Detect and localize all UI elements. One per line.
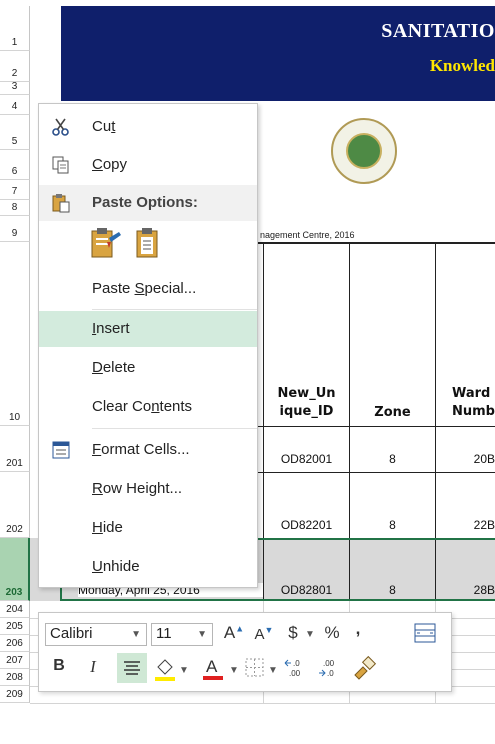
svg-text:.00: .00 bbox=[289, 669, 301, 678]
chevron-down-icon[interactable]: ▼ bbox=[179, 665, 189, 676]
row-header-207[interactable]: 207 bbox=[0, 652, 30, 669]
row-header-3[interactable]: 3 bbox=[0, 81, 30, 95]
paste-icon bbox=[51, 193, 71, 213]
cell-zone[interactable]: 8 bbox=[350, 452, 435, 466]
format-painter-icon[interactable] bbox=[351, 655, 377, 681]
row-header-8[interactable]: 8 bbox=[0, 200, 30, 216]
cell-unique-id[interactable]: OD82201 bbox=[264, 518, 349, 532]
font-name-box[interactable]: Calibri ▼ bbox=[45, 623, 147, 646]
svg-text:.0: .0 bbox=[327, 669, 334, 678]
paste-values-icon[interactable] bbox=[131, 226, 165, 260]
row-header-202[interactable]: 202 bbox=[0, 472, 30, 538]
format-cells-icon bbox=[51, 440, 71, 460]
chevron-down-icon[interactable]: ▼ bbox=[268, 665, 278, 676]
row-header-205[interactable]: 205 bbox=[0, 618, 30, 635]
menu-item-delete[interactable]: Delete bbox=[39, 350, 257, 386]
context-menu: Cut Copy Paste Options: Paste Special...… bbox=[38, 103, 258, 588]
menu-item-copy[interactable]: Copy bbox=[39, 147, 257, 183]
row-header-206[interactable]: 206 bbox=[0, 635, 30, 652]
menu-separator bbox=[92, 428, 257, 429]
menu-item-paste-special[interactable]: Paste Special... bbox=[39, 271, 257, 307]
row-header-208[interactable]: 208 bbox=[0, 669, 30, 686]
percent-icon[interactable]: % bbox=[321, 623, 343, 643]
increase-font-size-icon[interactable]: A▲ bbox=[222, 623, 246, 643]
cell-ward[interactable]: 28B bbox=[436, 583, 495, 597]
cell-zone[interactable]: 8 bbox=[350, 583, 435, 597]
svg-text:A: A bbox=[206, 657, 218, 676]
row-header-203[interactable]: 203 bbox=[0, 538, 30, 601]
menu-separator bbox=[92, 309, 257, 310]
copy-icon bbox=[51, 155, 71, 175]
font-size-box[interactable]: 11 ▼ bbox=[151, 623, 213, 646]
decrease-font-size-icon[interactable]: A▼ bbox=[252, 625, 276, 643]
mini-toolbar: Calibri ▼ 11 ▼ A▲ A▼ $ ▼ % , B I ▼ A ▼ ▼… bbox=[38, 612, 452, 692]
chevron-down-icon[interactable]: ▼ bbox=[305, 629, 315, 640]
municipal-logo bbox=[331, 118, 397, 184]
merge-center-icon[interactable] bbox=[413, 623, 437, 648]
paste-format-icon[interactable] bbox=[89, 226, 123, 260]
italic-button[interactable]: I bbox=[83, 657, 103, 677]
align-center-button[interactable] bbox=[117, 653, 147, 683]
menu-item-cut[interactable]: Cut bbox=[39, 109, 257, 145]
source-note: nagement Centre, 2016 bbox=[260, 230, 355, 240]
row-header-10[interactable]: 10 bbox=[0, 242, 30, 426]
increase-decimal-icon[interactable]: .0.00 bbox=[283, 657, 309, 679]
sheet-subtitle: Knowled bbox=[429, 56, 495, 75]
currency-icon[interactable]: $ bbox=[284, 623, 302, 643]
cell-unique-id[interactable]: OD82801 bbox=[264, 583, 349, 597]
menu-item-hide[interactable]: Hide bbox=[39, 510, 257, 546]
row-header-1[interactable]: 1 bbox=[0, 6, 30, 51]
paste-options-heading: Paste Options: bbox=[39, 185, 257, 221]
sheet-title: SANITATIO bbox=[381, 20, 495, 42]
row-header-4[interactable]: 4 bbox=[0, 95, 30, 115]
bold-button[interactable]: B bbox=[49, 657, 69, 675]
cell-zone[interactable]: 8 bbox=[350, 518, 435, 532]
chevron-down-icon: ▼ bbox=[197, 629, 207, 640]
gridline bbox=[30, 703, 495, 704]
svg-text:.0: .0 bbox=[293, 659, 300, 668]
menu-item-row-height[interactable]: Row Height... bbox=[39, 471, 257, 507]
decrease-decimal-icon[interactable]: .00.0 bbox=[317, 657, 343, 679]
row-header-201[interactable]: 201 bbox=[0, 426, 30, 472]
cell-unique-id[interactable]: OD82001 bbox=[264, 452, 349, 466]
title-banner: SANITATIO Knowled bbox=[61, 6, 495, 101]
borders-icon[interactable] bbox=[244, 657, 266, 679]
font-color-icon[interactable]: A bbox=[201, 653, 225, 683]
fill-color-icon[interactable] bbox=[153, 655, 177, 683]
col-header-ward[interactable]: Ward Numb bbox=[436, 385, 495, 421]
row-header-2[interactable]: 2 bbox=[0, 51, 30, 82]
row-header-6[interactable]: 6 bbox=[0, 150, 30, 180]
row-header-204[interactable]: 204 bbox=[0, 601, 30, 618]
col-header-zone[interactable]: Zone bbox=[350, 405, 435, 420]
svg-text:.00: .00 bbox=[323, 659, 335, 668]
menu-item-format-cells[interactable]: Format Cells... bbox=[39, 432, 257, 468]
comma-style-icon[interactable]: , bbox=[349, 619, 367, 639]
menu-item-insert[interactable]: Insert bbox=[39, 311, 257, 347]
row-header-5[interactable]: 5 bbox=[0, 115, 30, 150]
col-header-unique-id[interactable]: New_Un ique_ID bbox=[264, 385, 349, 421]
cell-ward[interactable]: 22B bbox=[436, 518, 495, 532]
menu-item-clear-contents[interactable]: Clear Contents bbox=[39, 389, 257, 425]
scissors-icon bbox=[51, 117, 71, 137]
menu-item-unhide[interactable]: Unhide bbox=[39, 549, 257, 585]
row-header-209[interactable]: 209 bbox=[0, 686, 30, 703]
row-header-9[interactable]: 9 bbox=[0, 216, 30, 242]
row-header-7[interactable]: 7 bbox=[0, 180, 30, 200]
cell-ward[interactable]: 20B bbox=[436, 452, 495, 466]
chevron-down-icon: ▼ bbox=[131, 629, 141, 640]
chevron-down-icon[interactable]: ▼ bbox=[229, 665, 239, 676]
